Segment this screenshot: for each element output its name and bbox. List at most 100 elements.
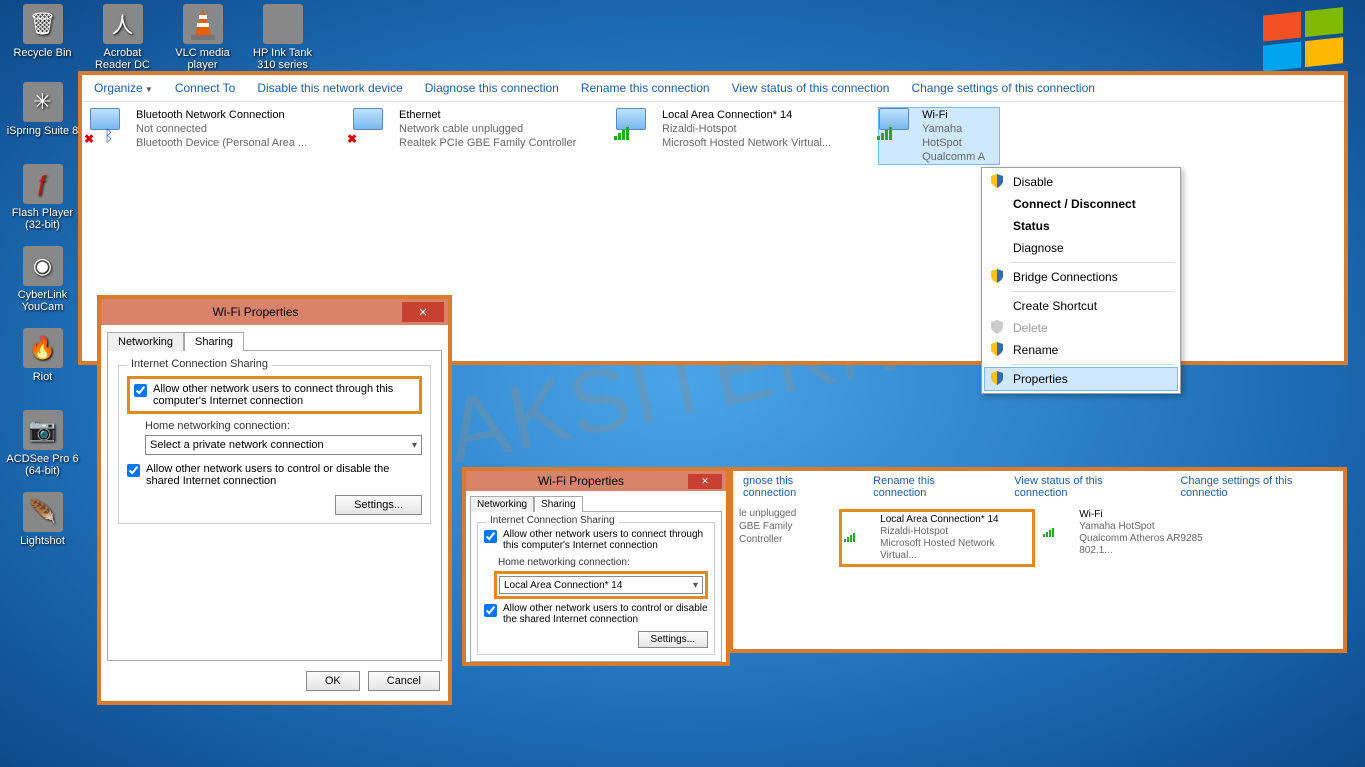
connection-name: Ethernet <box>399 108 576 122</box>
desktop-icon-label: Lightshot <box>5 535 80 547</box>
tab-body: Internet Connection Sharing Allow other … <box>470 511 722 662</box>
network-icon <box>844 514 875 562</box>
menu-create-shortcut[interactable]: Create Shortcut <box>985 295 1177 317</box>
titlebar-title: Wi-Fi Properties <box>109 305 402 319</box>
connection-device: Microsoft Hosted Network Virtual... <box>880 538 1030 562</box>
connection-wifi[interactable]: Wi-FiYamaha HotSpotQualcomm Atheros AR92… <box>1041 507 1237 569</box>
shield-icon <box>990 320 1004 334</box>
cancel-button[interactable]: Cancel <box>368 671 440 691</box>
toolbar-diagnose[interactable]: Diagnose this connection <box>425 81 559 95</box>
network-icon <box>616 108 656 142</box>
menu-connect-disconnect[interactable]: Connect / Disconnect <box>985 193 1177 215</box>
home-connection-select[interactable]: Local Area Connection* 14 <box>499 576 703 594</box>
shield-icon <box>990 371 1004 385</box>
checkbox-label: Allow other network users to connect thr… <box>153 383 415 407</box>
connection-device: Bluetooth Device (Personal Area ... <box>136 136 307 150</box>
settings-button[interactable]: Settings... <box>638 631 708 648</box>
desktop-icon-youcam[interactable]: ◉CyberLink YouCam <box>5 246 80 313</box>
ok-button[interactable]: OK <box>306 671 360 691</box>
dialog-button-row: OK Cancel <box>101 661 448 701</box>
desktop-icon-label: VLC media player <box>165 47 240 71</box>
desktop-icon-acdsee[interactable]: 📷ACDSee Pro 6 (64-bit) <box>5 410 80 477</box>
desktop-icon-vlc[interactable]: VLC media player <box>165 4 240 71</box>
desktop-icon-acrobat[interactable]: 人Acrobat Reader DC <box>85 4 160 71</box>
connection-name: Local Area Connection* 14 <box>880 514 1030 526</box>
checkbox-input[interactable] <box>134 384 147 397</box>
checkbox-allow-control[interactable]: Allow other network users to control or … <box>484 603 708 625</box>
titlebar[interactable]: Wi-Fi Properties ✕ <box>466 471 726 491</box>
menu-status[interactable]: Status <box>985 215 1177 237</box>
toolbar-connect-to[interactable]: Connect To <box>175 81 236 95</box>
settings-button[interactable]: Settings... <box>335 495 422 515</box>
home-connection-select[interactable]: Select a private network connection <box>145 435 422 455</box>
toolbar-diagnose[interactable]: gnose this connection <box>743 475 843 499</box>
shield-icon <box>990 342 1004 356</box>
connection-wifi[interactable]: Wi-FiYamaha HotSpotQualcomm A <box>879 108 999 164</box>
menu-delete: Delete <box>985 317 1177 339</box>
menu-label: Disable <box>1013 175 1053 189</box>
group-legend: Internet Connection Sharing <box>486 515 619 526</box>
titlebar[interactable]: Wi-Fi Properties ✕ <box>101 299 448 325</box>
connection-ethernet[interactable]: ✖ EthernetNetwork cable unpluggedRealtek… <box>353 108 608 164</box>
menu-label: Status <box>1013 219 1050 233</box>
toolbar-rename[interactable]: Rename this connection <box>873 475 984 499</box>
windows-logo <box>1259 6 1349 76</box>
cropped-text: le unpluggedGBE Family Controller <box>739 507 833 569</box>
select-value: Select a private network connection <box>150 439 324 451</box>
toolbar-change-settings[interactable]: Change settings of this connectio <box>1180 475 1333 499</box>
tab-networking[interactable]: Networking <box>107 332 184 351</box>
signal-bars-icon <box>877 127 895 144</box>
desktop-icon-ispring[interactable]: ✳iSpring Suite 8 <box>5 82 80 137</box>
connection-local-area-14[interactable]: Local Area Connection* 14Rizaldi-Hotspot… <box>616 108 871 164</box>
checkbox-input[interactable] <box>484 604 497 617</box>
connection-bluetooth[interactable]: ✖ᛒ Bluetooth Network ConnectionNot conne… <box>90 108 345 164</box>
checkbox-input[interactable] <box>127 464 140 477</box>
groupbox-ics: Internet Connection Sharing Allow other … <box>477 522 715 655</box>
connection-device: Realtek PCIe GBE Family Controller <box>399 136 576 150</box>
home-connection-label: Home networking connection: <box>145 420 422 432</box>
toolbar-disable[interactable]: Disable this network device <box>257 81 402 95</box>
menu-label: Diagnose <box>1013 241 1064 255</box>
menu-label: Rename <box>1013 343 1058 357</box>
tab-body: Internet Connection Sharing Allow other … <box>107 350 442 661</box>
network-icon <box>879 108 916 142</box>
toolbar-change-settings[interactable]: Change settings of this connection <box>911 81 1094 95</box>
wifi-properties-dialog-1: Wi-Fi Properties ✕ NetworkingSharing Int… <box>97 295 452 705</box>
toolbar-view-status[interactable]: View status of this connection <box>732 81 890 95</box>
toolbar-organize[interactable]: Organize <box>94 81 153 95</box>
connection-status: Not connected <box>136 122 307 136</box>
menu-properties[interactable]: Properties <box>985 368 1177 390</box>
connection-status: Rizaldi-Hotspot <box>880 526 1030 538</box>
desktop-icon-hp[interactable]: HP Ink Tank 310 series <box>245 4 320 71</box>
toolbar: Organize Connect To Disable this network… <box>82 75 1344 102</box>
menu-diagnose[interactable]: Diagnose <box>985 237 1177 259</box>
tab-networking[interactable]: Networking <box>470 496 534 512</box>
checkbox-allow-connect[interactable]: Allow other network users to connect thr… <box>134 383 415 407</box>
menu-rename[interactable]: Rename <box>985 339 1177 361</box>
menu-label: Connect / Disconnect <box>1013 197 1136 211</box>
toolbar-view-status[interactable]: View status of this connection <box>1014 475 1150 499</box>
highlight-local-area-connection[interactable]: Local Area Connection* 14Rizaldi-Hotspot… <box>839 509 1035 567</box>
tab-sharing[interactable]: Sharing <box>184 332 244 351</box>
desktop-icon-label: CyberLink YouCam <box>5 289 80 313</box>
tab-sharing[interactable]: Sharing <box>534 496 582 512</box>
menu-bridge[interactable]: Bridge Connections <box>985 266 1177 288</box>
context-menu: Disable Connect / Disconnect Status Diag… <box>981 167 1181 394</box>
menu-disable[interactable]: Disable <box>985 171 1177 193</box>
desktop-icon-recycle-bin[interactable]: 🗑Recycle Bin <box>5 4 80 59</box>
checkbox-input[interactable] <box>484 530 497 543</box>
connection-status: Rizaldi-Hotspot <box>662 122 831 136</box>
close-button[interactable]: ✕ <box>402 302 444 322</box>
highlight-allow-connect: Allow other network users to connect thr… <box>127 376 422 414</box>
toolbar-rename[interactable]: Rename this connection <box>581 81 710 95</box>
desktop-icon-flash[interactable]: ƒFlash Player (32-bit) <box>5 164 80 231</box>
close-button[interactable]: ✕ <box>688 474 722 489</box>
checkbox-allow-connect[interactable]: Allow other network users to connect thr… <box>484 529 708 551</box>
desktop-icon-riot[interactable]: 🔥Riot <box>5 328 80 383</box>
checkbox-allow-control[interactable]: Allow other network users to control or … <box>127 463 422 487</box>
desktop-icon-lightshot[interactable]: 🪶Lightshot <box>5 492 80 547</box>
group-legend: Internet Connection Sharing <box>127 358 272 370</box>
signal-bars-icon <box>1043 527 1074 541</box>
signal-bars-icon <box>614 127 632 144</box>
network-icon: ✖ᛒ <box>90 108 130 142</box>
